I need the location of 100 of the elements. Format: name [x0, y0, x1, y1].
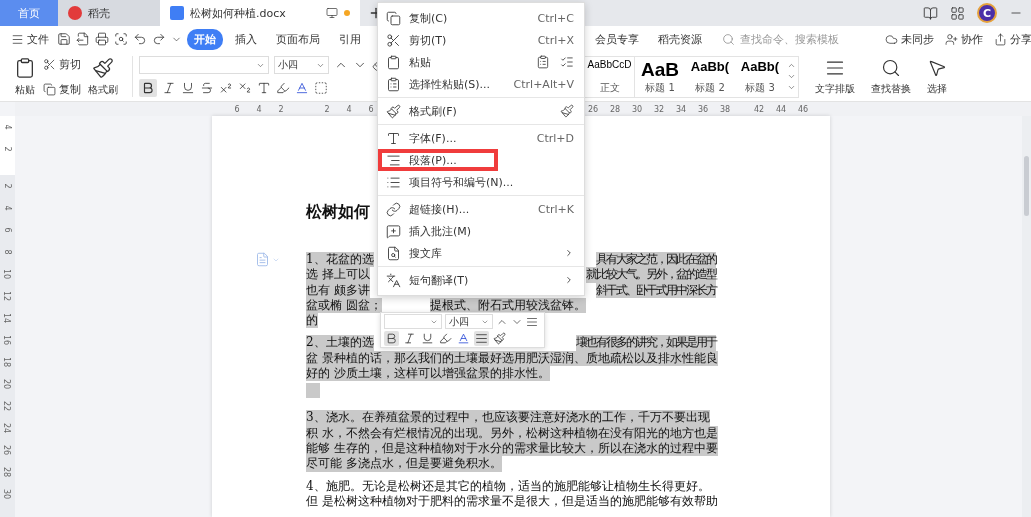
clipboard-icon: [14, 56, 36, 79]
tab[interactable]: 稻壳: [58, 0, 160, 26]
document-title: 松树如何: [306, 202, 370, 223]
toolbar-action[interactable]: 分享: [991, 29, 1031, 49]
font-size-field[interactable]: 小四: [445, 314, 493, 330]
paintbrush-icon[interactable]: [560, 104, 574, 118]
tab[interactable]: 松树如何种植.docx: [160, 0, 360, 26]
ruler-number: 6: [233, 104, 241, 114]
reading-mode-icon[interactable]: [923, 5, 938, 21]
avatar[interactable]: C: [977, 3, 997, 23]
ruler-number: 6: [367, 104, 375, 114]
format-painter-button[interactable]: 格式刷: [84, 56, 122, 97]
line-spacing-icon[interactable]: [526, 315, 538, 328]
scrollbar[interactable]: [1022, 116, 1031, 517]
menu-item[interactable]: 段落(P)...: [378, 149, 498, 171]
highlighter-button[interactable]: [438, 330, 453, 346]
add-user-icon: [945, 32, 958, 46]
border-icon[interactable]: [314, 81, 328, 95]
save-icon[interactable]: [57, 32, 71, 46]
print-icon[interactable]: [95, 32, 109, 46]
scroll-down-icon[interactable]: [787, 72, 796, 81]
toolbar-action[interactable]: 未同步: [882, 29, 937, 49]
menu-item[interactable]: 格式刷(F): [378, 100, 584, 122]
scroll-up-icon[interactable]: [787, 61, 796, 70]
tool-button[interactable]: 查找替换: [867, 57, 915, 96]
cut-button[interactable]: 剪切: [40, 54, 84, 74]
menu-item[interactable]: 选择性粘贴(S)... Ctrl+Alt+V: [378, 73, 584, 95]
ribbon-tab[interactable]: 稻壳资源: [651, 28, 709, 50]
font-color-icon[interactable]: [295, 81, 309, 95]
cloud-icon: [885, 32, 898, 46]
subscript-icon[interactable]: [238, 81, 252, 95]
superscript-icon[interactable]: [219, 81, 233, 95]
comment-icon: [386, 223, 401, 239]
tool-button[interactable]: 文字排版: [811, 57, 859, 96]
font-size-field[interactable]: 小四: [274, 56, 329, 74]
menu-item[interactable]: 粘贴: [378, 51, 584, 73]
italic-icon[interactable]: [162, 81, 176, 95]
grid-icon[interactable]: [950, 5, 965, 21]
style-preset[interactable]: AaBbCcD 正文: [585, 56, 635, 97]
ruler-number: 24: [2, 422, 13, 434]
ribbon-tab[interactable]: 引用: [332, 28, 368, 50]
menu-item[interactable]: 插入批注(M): [378, 220, 584, 242]
ruler-number: 44: [774, 104, 788, 114]
paste-button[interactable]: 粘贴: [10, 56, 40, 97]
menu-item[interactable]: 搜文库: [378, 242, 584, 264]
copy-icon: [43, 82, 56, 96]
menu-label: 段落(P)...: [409, 152, 457, 168]
expand-icon[interactable]: [787, 83, 796, 92]
monitor-icon[interactable]: [326, 7, 338, 19]
tool-button[interactable]: 选择: [923, 57, 951, 96]
ruler-number: 2: [2, 146, 13, 152]
menu-item[interactable]: 字体(F)... Ctrl+D: [378, 127, 584, 149]
ruler-number: 20: [2, 378, 13, 390]
paintbrush-button[interactable]: [492, 330, 507, 346]
ruler-number: 4: [345, 104, 353, 114]
font-name-field[interactable]: [139, 56, 269, 74]
redo-icon[interactable]: [152, 32, 166, 46]
menu-item[interactable]: 复制(C) Ctrl+C: [378, 7, 584, 29]
underline-icon[interactable]: [181, 81, 195, 95]
scissors-icon: [43, 57, 56, 71]
align-button[interactable]: [474, 330, 489, 346]
undo-icon[interactable]: [133, 32, 147, 46]
copy-button[interactable]: 复制: [40, 79, 84, 99]
link-icon: [386, 201, 401, 217]
menu-item[interactable]: 剪切(T) Ctrl+X: [378, 29, 584, 51]
style-preview: AaBbCcD: [587, 58, 632, 70]
menu-item[interactable]: 短句翻译(T): [378, 269, 584, 291]
ruler-number: 32: [652, 104, 666, 114]
paste-format-icon[interactable]: [536, 55, 550, 69]
command-search[interactable]: 查找命令、搜索模板: [722, 31, 872, 47]
search-icon: [722, 32, 735, 46]
menu-label: 字体(F)...: [409, 130, 457, 146]
export-icon[interactable]: [76, 32, 90, 46]
font-name-field[interactable]: [384, 314, 442, 330]
text-effect-icon[interactable]: [257, 81, 271, 95]
ribbon-tab[interactable]: 页面布局: [269, 28, 327, 50]
copy-icon: [386, 10, 401, 26]
highlighter-icon[interactable]: [276, 81, 290, 95]
ribbon-tab[interactable]: 会员专享: [588, 28, 646, 50]
style-preview: AaBb(: [690, 58, 730, 74]
paste-text-icon[interactable]: [560, 55, 574, 69]
menu-label: 短句翻译(T): [409, 272, 469, 288]
ribbon-tab[interactable]: 插入: [228, 28, 264, 50]
paintbrush-icon: [92, 56, 114, 79]
menu-item[interactable]: 项目符号和编号(N)...: [378, 171, 584, 193]
menu-item[interactable]: 超链接(H)... Ctrl+K: [378, 198, 584, 220]
ruler-number: 46: [796, 104, 810, 114]
strikethrough-icon[interactable]: [200, 81, 214, 95]
style-preview: AaB: [641, 58, 679, 81]
shortcut: Ctrl+Alt+V: [513, 77, 574, 91]
text-line: 但 是松树这种植物对于肥料的需求量不是很大，但是适当的施肥能够有效帮助: [306, 493, 718, 510]
tab-label: 稻壳: [88, 5, 110, 21]
paragraph-icon: [386, 152, 401, 168]
preview-icon[interactable]: [114, 32, 128, 46]
menu-label: 项目符号和编号(N)...: [409, 174, 514, 190]
bold-button[interactable]: [139, 79, 157, 97]
toolbar-action[interactable]: 协作: [942, 29, 986, 49]
file-menu[interactable]: 文件: [8, 29, 52, 49]
ribbon-tab[interactable]: 开始: [187, 28, 223, 50]
bold-button[interactable]: [384, 330, 399, 346]
